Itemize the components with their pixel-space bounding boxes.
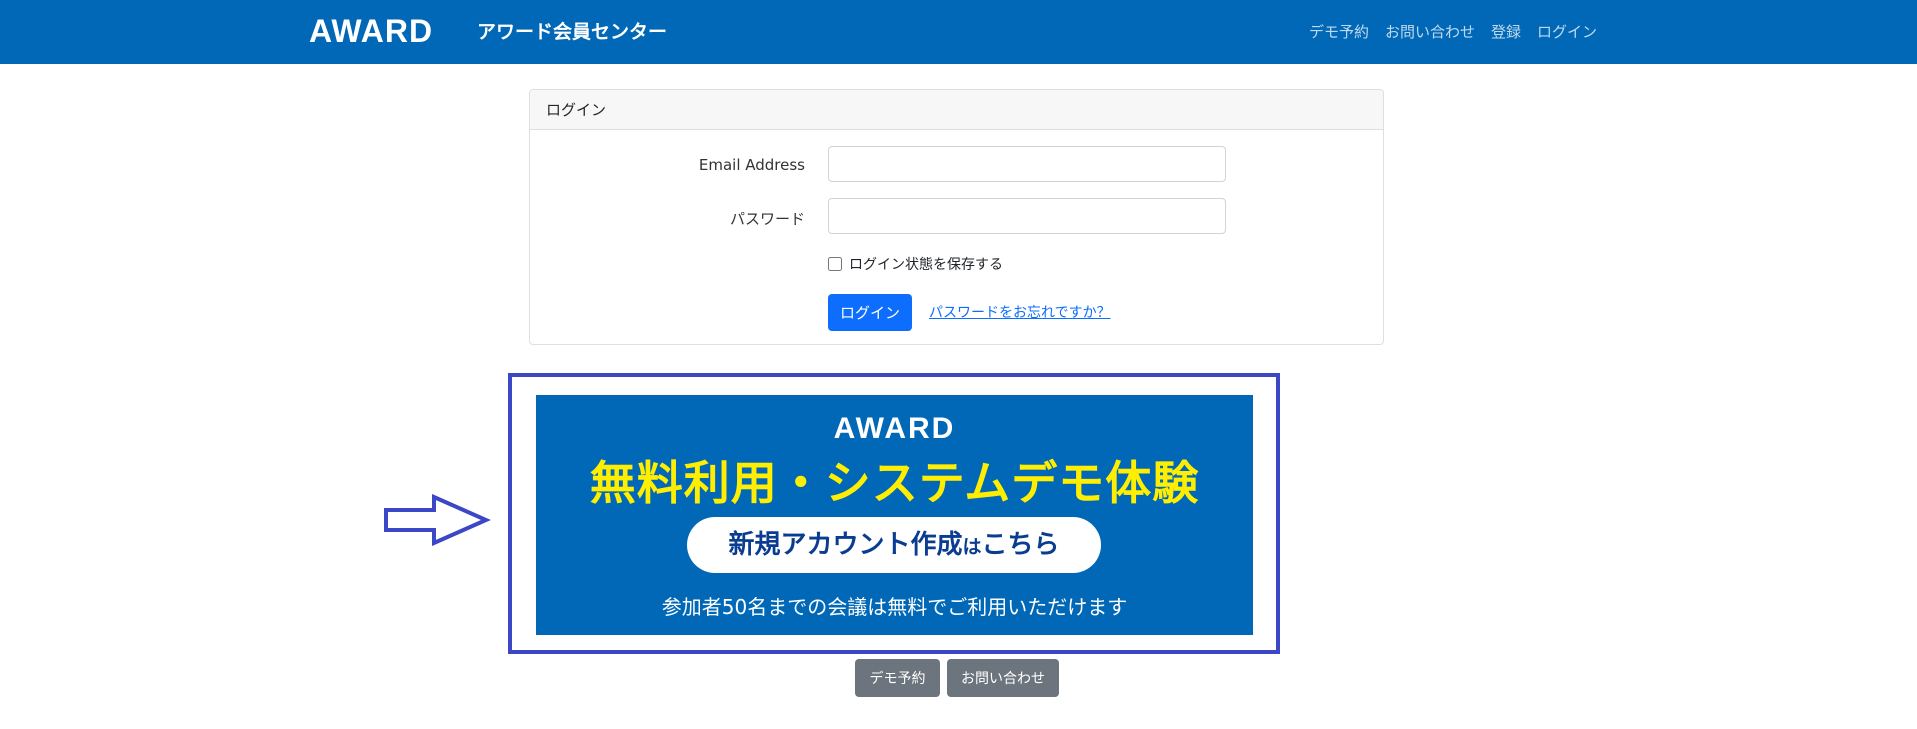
card-header: ログイン <box>530 90 1383 130</box>
login-card: ログイン Email Address パスワード ログイン状態を保存する ログイ… <box>529 89 1384 345</box>
remember-checkbox[interactable] <box>828 257 842 271</box>
demo-booking-button[interactable]: デモ予約 <box>855 659 940 697</box>
email-label: Email Address <box>698 156 805 174</box>
site-title[interactable]: アワード会員センター <box>477 20 667 44</box>
email-input[interactable] <box>828 146 1226 182</box>
pill-main-text: 新規アカウント作成 <box>728 530 963 560</box>
login-button[interactable]: ログイン <box>828 294 912 331</box>
arrow-right-icon <box>384 494 491 546</box>
free-trial-banner[interactable]: AWARD 無料利用・システムデモ体験 新規アカウント作成はこちら 参加者50名… <box>536 395 1253 635</box>
contact-button[interactable]: お問い合わせ <box>947 659 1059 697</box>
pill-small-text: は <box>962 536 982 558</box>
nav-link-demo[interactable]: デモ予約 <box>1309 20 1369 44</box>
remember-me: ログイン状態を保存する <box>828 254 1003 274</box>
password-label: パスワード <box>729 210 805 228</box>
password-input[interactable] <box>828 198 1226 234</box>
banner-headline: 無料利用・システムデモ体験 <box>589 456 1200 510</box>
pill-end-text: こちら <box>981 530 1060 560</box>
banner-logo: AWARD <box>833 412 956 445</box>
banner-subtext: 参加者50名までの会議は無料でご利用いただけます <box>661 595 1128 619</box>
nav-links: デモ予約 お問い合わせ 登録 ログイン <box>1309 20 1597 44</box>
nav-link-login[interactable]: ログイン <box>1537 20 1597 44</box>
nav-link-contact[interactable]: お問い合わせ <box>1385 20 1475 44</box>
remember-label[interactable]: ログイン状態を保存する <box>849 254 1003 274</box>
award-logo[interactable]: AWARD <box>309 14 433 48</box>
forgot-password-link[interactable]: パスワードをお忘れですか？ <box>929 302 1111 322</box>
nav-link-register[interactable]: 登録 <box>1491 20 1521 44</box>
create-account-pill[interactable]: 新規アカウント作成はこちら <box>687 517 1101 573</box>
top-navbar: AWARD アワード会員センター デモ予約 お問い合わせ 登録 ログイン <box>0 0 1917 64</box>
